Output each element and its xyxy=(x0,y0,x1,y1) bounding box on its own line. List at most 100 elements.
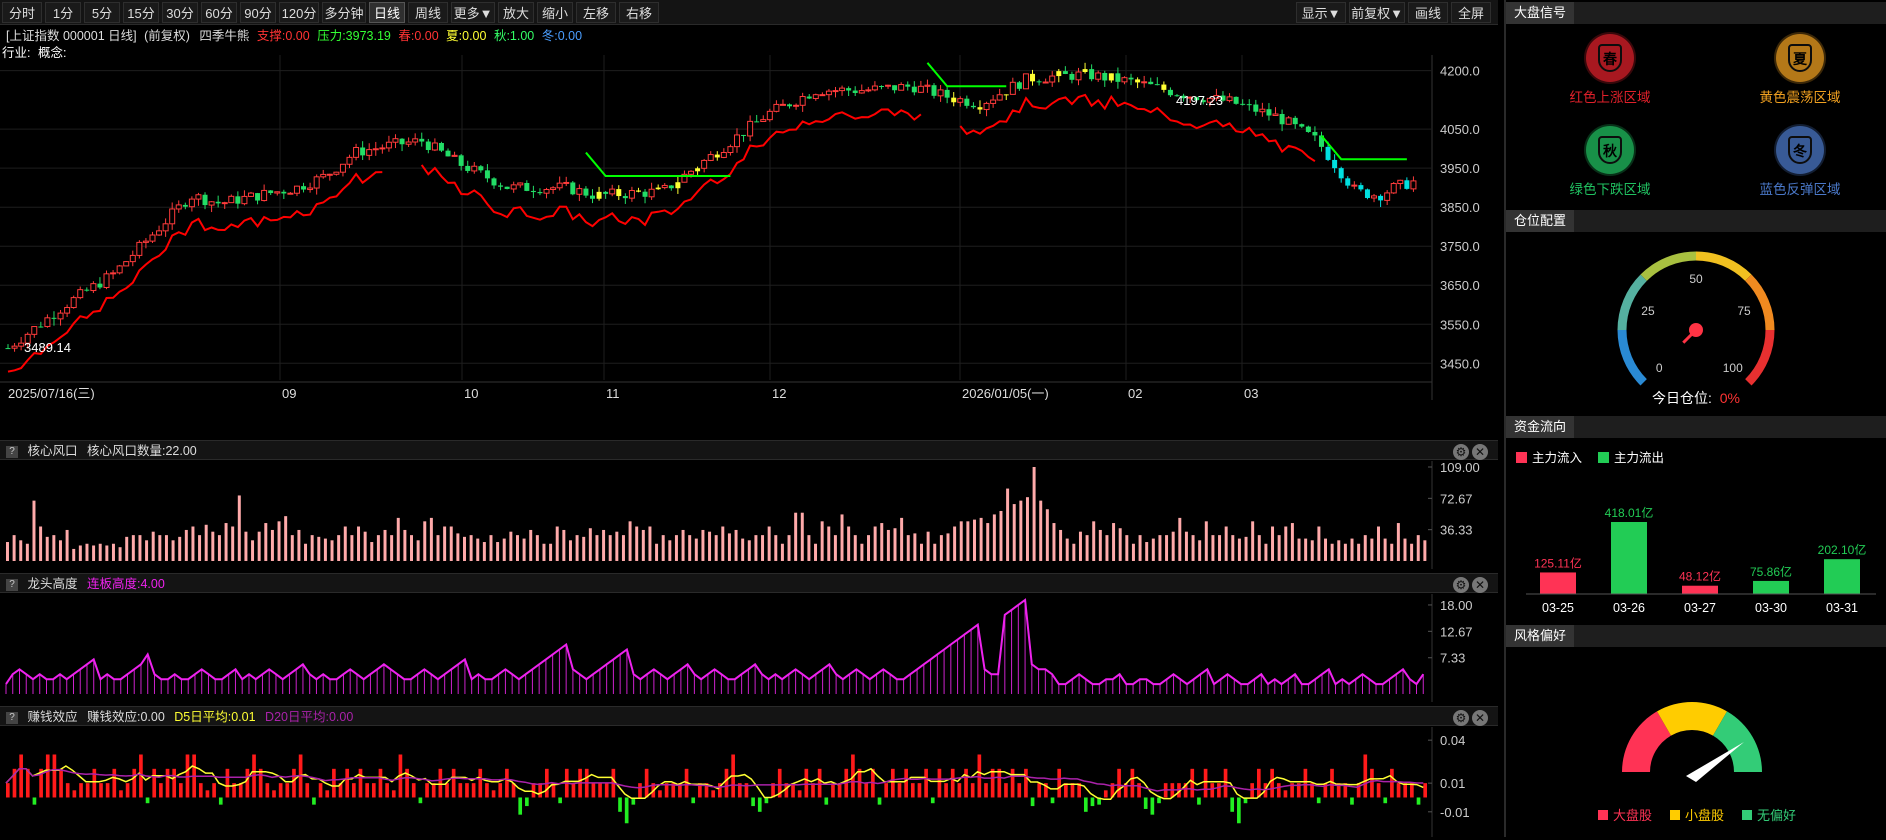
toolbar-right-button-3[interactable]: 全屏 xyxy=(1451,2,1491,23)
period-button-15[interactable]: 右移 xyxy=(619,2,659,23)
core-wind-bar xyxy=(913,533,917,561)
help-icon[interactable]: ? xyxy=(6,445,18,458)
profit-effect-bar xyxy=(1276,783,1281,798)
leader-height-chart[interactable]: 18.00 12.67 7.33 xyxy=(0,594,1498,702)
core-wind-bar xyxy=(1403,538,1407,561)
core-wind-bar xyxy=(178,536,182,561)
profit-effect-bar xyxy=(411,783,416,798)
core-wind-bar xyxy=(1171,531,1175,561)
candle-body xyxy=(622,196,628,199)
core-wind-bar xyxy=(1204,521,1208,561)
signal-item-1[interactable]: 夏黄色震荡区域 xyxy=(1740,34,1860,106)
style-legend-swatch xyxy=(1598,810,1608,820)
core-wind-bar xyxy=(1337,540,1341,561)
period-button-13[interactable]: 缩小 xyxy=(537,2,573,23)
period-button-4[interactable]: 30分 xyxy=(162,2,198,23)
period-button-2[interactable]: 5分 xyxy=(84,2,120,23)
y-tick-label: 3650.0 xyxy=(1440,278,1480,293)
signal-item-2[interactable]: 秋绿色下跌区域 xyxy=(1550,126,1670,198)
candle-body xyxy=(156,230,163,236)
core-wind-bar xyxy=(270,529,274,561)
core-wind-bar xyxy=(25,543,29,561)
profit-effect-bar xyxy=(797,790,802,798)
core-wind-bar xyxy=(1191,535,1195,561)
core-wind-bar xyxy=(1277,535,1281,561)
period-button-12[interactable]: 放大 xyxy=(498,2,534,23)
core-wind-bar xyxy=(1112,523,1116,561)
candle-body xyxy=(333,171,340,175)
toolbar-right-button-0[interactable]: 显示▼ xyxy=(1296,2,1346,23)
core-wind-bar xyxy=(1343,543,1347,561)
signal-label: 蓝色反弹区域 xyxy=(1759,182,1841,197)
profit-effect-bar xyxy=(1270,768,1274,798)
core-wind-bar xyxy=(787,535,791,561)
signal-item-3[interactable]: 冬蓝色反弹区域 xyxy=(1740,126,1860,198)
profit-effect-bar xyxy=(79,783,83,798)
candle-body xyxy=(458,155,464,166)
candle-body xyxy=(221,202,228,205)
flow-title[interactable]: 资金流向 xyxy=(1506,416,1575,438)
core-wind-bar xyxy=(204,524,208,561)
profit-effect-bar xyxy=(917,783,922,798)
season-char: 春 xyxy=(1598,44,1622,72)
period-button-0[interactable]: 分时 xyxy=(2,2,42,23)
core-wind-bar xyxy=(1310,540,1314,561)
period-button-1[interactable]: 1分 xyxy=(45,2,81,23)
period-button-10[interactable]: 周线 xyxy=(408,2,448,23)
profit-effect-bar xyxy=(751,797,755,807)
pressure-line xyxy=(926,62,1007,88)
profit-effect-bar xyxy=(904,768,908,798)
candle-body xyxy=(806,96,812,99)
gear-icon[interactable]: ⚙ xyxy=(1453,444,1469,460)
style-header: 风格偏好 xyxy=(1506,625,1886,647)
signal-title[interactable]: 大盘信号 xyxy=(1506,2,1575,24)
position-title[interactable]: 仓位配置 xyxy=(1506,210,1575,232)
core-wind-bar xyxy=(244,531,248,561)
core-wind-bar xyxy=(1085,535,1089,561)
toolbar-right-button-2[interactable]: 画线 xyxy=(1408,2,1448,23)
profit-effect-bar xyxy=(1396,783,1401,798)
period-button-14[interactable]: 左移 xyxy=(576,2,616,23)
profit-effect-bar xyxy=(1376,783,1381,798)
profit-effect-bar xyxy=(1117,768,1121,798)
candle-body xyxy=(747,120,754,137)
period-button-8[interactable]: 多分钟 xyxy=(322,2,366,23)
core-wind-bar xyxy=(615,531,619,561)
signal-item-0[interactable]: 春红色上涨区域 xyxy=(1550,34,1670,106)
winter-value: 冬:0.00 xyxy=(541,29,583,43)
candlestick-chart[interactable]: 4200.0 4050.0 3950.0 3850.0 3750.0 3650.0 3550… xyxy=(0,55,1498,400)
candle-body xyxy=(983,102,990,111)
gear-icon[interactable]: ⚙ xyxy=(1453,710,1469,726)
period-button-6[interactable]: 90分 xyxy=(240,2,276,23)
candle-body xyxy=(819,94,826,97)
period-button-9[interactable]: 日线 xyxy=(369,2,405,23)
period-button-11[interactable]: 更多▼ xyxy=(451,2,495,23)
candle-body xyxy=(832,90,839,93)
gauge-tick-label: 0 xyxy=(1656,361,1663,375)
core-wind-bar xyxy=(873,526,877,561)
profit-effect-chart[interactable]: 0.04 0.01 -0.01 xyxy=(0,727,1498,837)
close-icon[interactable]: ✕ xyxy=(1472,710,1488,726)
profit-effect-bar xyxy=(984,783,988,798)
period-button-7[interactable]: 120分 xyxy=(279,2,319,23)
period-button-3[interactable]: 15分 xyxy=(123,2,159,23)
flow-header: 资金流向 xyxy=(1506,416,1886,438)
candle-body xyxy=(123,261,130,267)
core-wind-bar xyxy=(847,526,851,561)
gear-icon[interactable]: ⚙ xyxy=(1453,577,1469,593)
close-icon[interactable]: ✕ xyxy=(1472,444,1488,460)
close-icon[interactable]: ✕ xyxy=(1472,577,1488,593)
candle-body xyxy=(1404,180,1410,189)
period-button-5[interactable]: 60分 xyxy=(201,2,237,23)
toolbar-right-button-1[interactable]: 前复权▼ xyxy=(1349,2,1405,23)
profit-effect-bar xyxy=(831,783,835,798)
core-wind-chart[interactable]: 109.00 72.67 36.33 xyxy=(0,461,1498,569)
style-title[interactable]: 风格偏好 xyxy=(1506,625,1575,647)
help-icon[interactable]: ? xyxy=(6,578,18,591)
core-wind-bar xyxy=(1138,535,1142,561)
profit-effect-bar xyxy=(52,754,57,798)
indicator-name[interactable]: 四季牛熊 xyxy=(199,29,249,43)
help-icon[interactable]: ? xyxy=(6,711,18,724)
style-legend-swatch xyxy=(1742,810,1752,820)
profit-effect-bar xyxy=(864,783,869,798)
